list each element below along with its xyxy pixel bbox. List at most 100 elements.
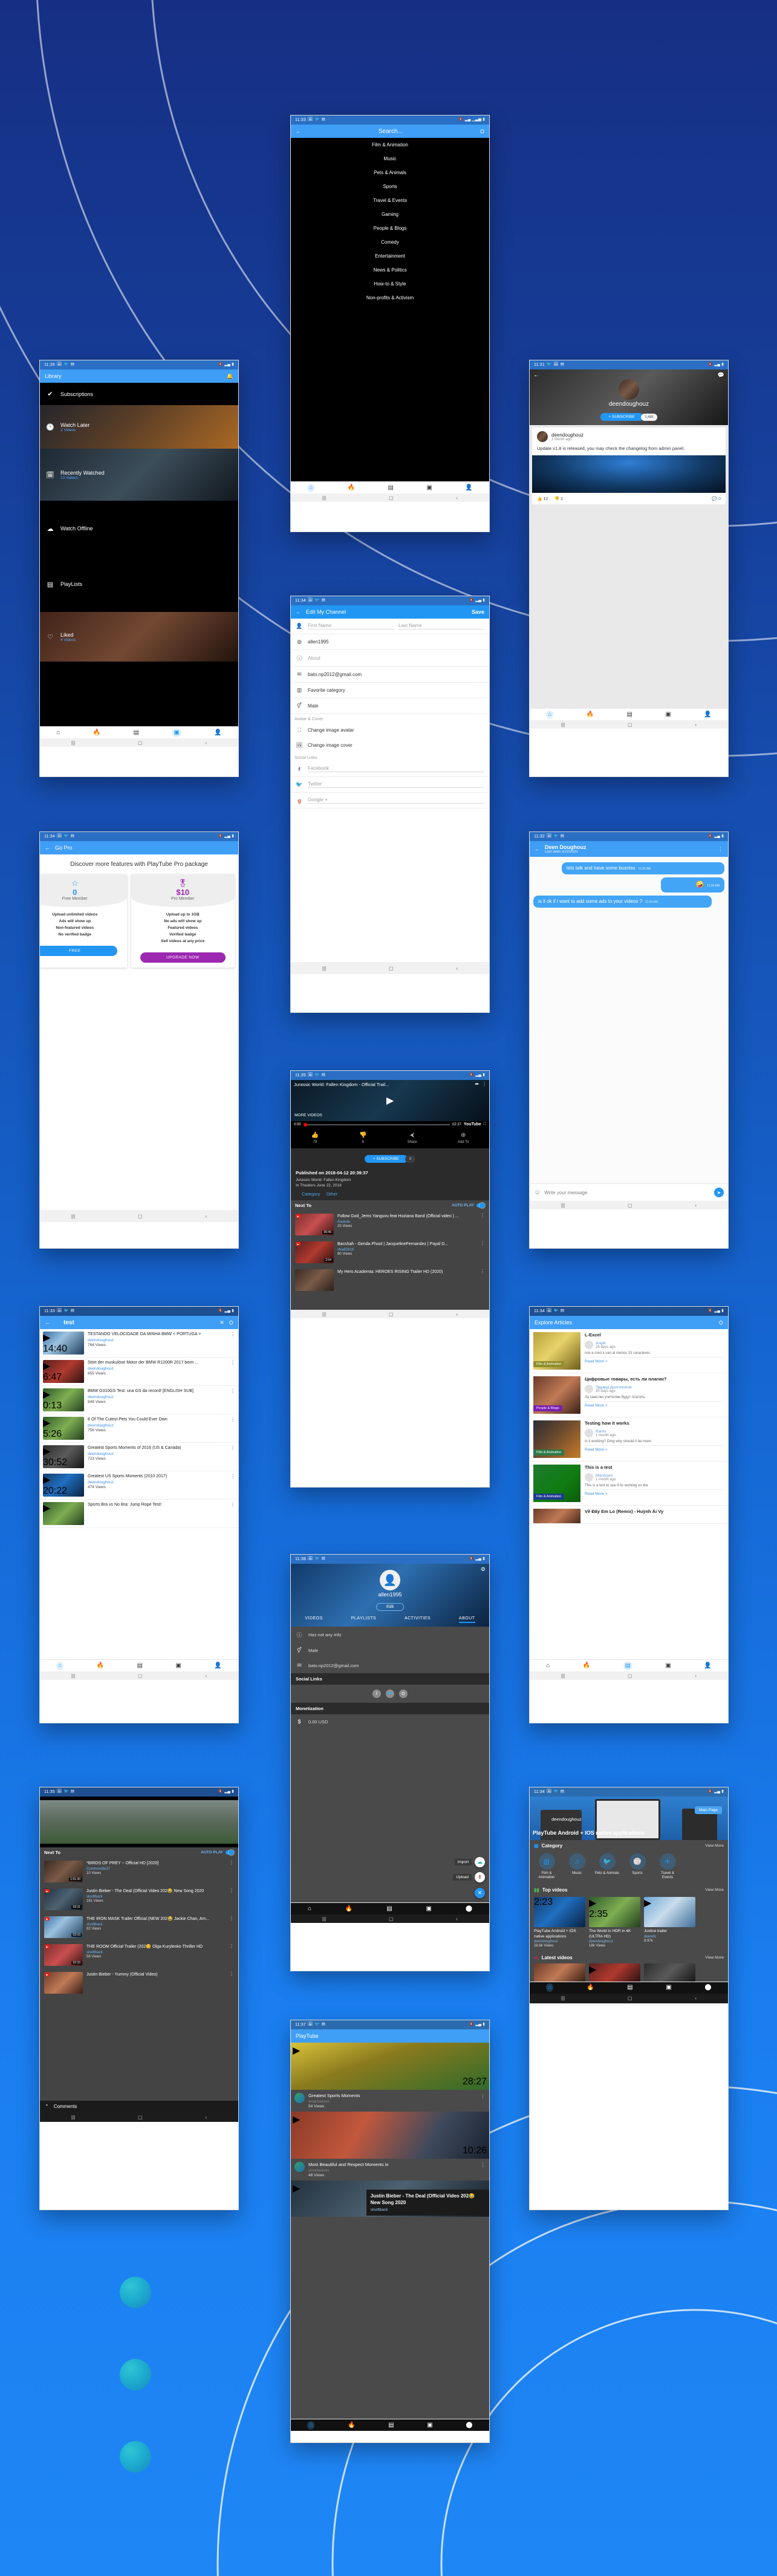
notification-bell-icon[interactable]: 🔔 (227, 373, 233, 380)
nav-trending-icon[interactable]: 🔥 (583, 1662, 590, 1669)
nav-home-icon[interactable]: ⌂ (307, 483, 315, 492)
back-icon[interactable]: ← (296, 128, 301, 134)
seek-bar[interactable] (303, 1122, 450, 1127)
video-list-item[interactable]: 1:51:30 *BIRDS OF PREY ~ Official HD [20… (40, 1858, 238, 1885)
sysnav-home-icon[interactable]: ▢ (628, 722, 632, 727)
tab-about[interactable]: ABOUT (458, 1616, 475, 1623)
nav-library-icon[interactable]: ▣ (427, 2422, 432, 2428)
video-list-item[interactable]: ▶ Justin Bieber - Yummy (Official Video)… (40, 1969, 238, 1997)
chat-icon[interactable]: 💬 (718, 372, 724, 379)
first-name-input[interactable]: First Name (308, 623, 394, 629)
fullscreen-icon[interactable]: ⛶ (484, 1122, 486, 1127)
category-item[interactable]: Travel & Events (291, 194, 489, 207)
sysnav-back-icon[interactable]: ‹ (205, 1214, 207, 1219)
dislike-icon[interactable]: 👎 1 (554, 496, 563, 501)
feed-item[interactable]: ▶ Justin Bieber - The Deal (Official Vid… (291, 2181, 489, 2217)
category-item[interactable]: People & Blogs (291, 221, 489, 235)
search-result-item[interactable]: ▶ 5:26 8 Of The Cutest Pets You Could Eve… (40, 1414, 238, 1443)
send-button[interactable]: ➤ (714, 1188, 724, 1197)
video-list-item[interactable]: My Hero Academia: HEROES RISING Trailer … (291, 1266, 489, 1295)
sysnav-home-icon[interactable]: ▢ (389, 1312, 394, 1317)
subscribe-button[interactable]: + SUBSCRIBE (600, 413, 643, 421)
chevron-up-icon[interactable]: ⌃ (45, 2104, 49, 2109)
change-cover-row[interactable]: 🖼 Change image cover (291, 738, 489, 753)
google-input[interactable]: Google + (308, 797, 484, 804)
overflow-menu-icon[interactable]: ⋮ (230, 1417, 235, 1440)
email-row[interactable]: ✉ bato.np2012@gmail.com (291, 667, 489, 683)
username-row[interactable]: ◍ allen1995 (291, 634, 489, 650)
nav-library-icon[interactable]: ▣ (172, 728, 181, 737)
filter-icon[interactable]: ⛭ (719, 1319, 723, 1326)
category-item[interactable]: Comedy (291, 235, 489, 249)
back-icon[interactable]: ← (535, 846, 540, 852)
nav-home-icon[interactable]: ⌂ (546, 1983, 554, 1992)
sysnav-back-icon[interactable]: ‹ (205, 2115, 207, 2120)
about-input[interactable]: About (308, 655, 320, 661)
twitter-row[interactable]: 🐦 Twitter (291, 777, 489, 793)
category-chip[interactable]: 🏐 Sports (625, 1853, 650, 1880)
import-fab-icon[interactable]: ☁ (475, 1857, 485, 1867)
overflow-menu-icon[interactable]: ⋮ (480, 1214, 485, 1235)
sysnav-back-icon[interactable]: ‹ (456, 1916, 458, 1922)
overflow-menu-icon[interactable]: ⋮ (718, 846, 723, 853)
hero-banner[interactable]: Main Page deendoughouz PlayTube Android … (530, 1797, 728, 1840)
sysnav-recents-icon[interactable]: ||| (561, 1673, 565, 1679)
back-icon[interactable]: ← (533, 372, 539, 379)
latest-video-thumb[interactable] (534, 1963, 585, 1982)
facebook-icon[interactable]: f (372, 1690, 381, 1698)
sysnav-recents-icon[interactable]: ||| (71, 740, 75, 746)
gear-icon[interactable]: ⚙ (481, 1566, 486, 1573)
nav-articles-icon[interactable]: ▤ (627, 711, 632, 718)
overflow-menu-icon[interactable]: ⋮ (482, 1081, 487, 1087)
read-more-link[interactable]: Read More > (585, 1403, 724, 1408)
nav-articles-icon[interactable]: ▤ (623, 1661, 632, 1670)
category-item[interactable]: How-to & Style (291, 277, 489, 291)
nav-library-icon[interactable]: ▣ (175, 1662, 181, 1669)
sysnav-recents-icon[interactable]: ||| (322, 966, 326, 971)
video-player[interactable]: Jurassic World: Fallen Kingdom - Officia… (291, 1080, 489, 1121)
sysnav-recents-icon[interactable]: ||| (561, 722, 565, 727)
nav-library-icon[interactable]: ▣ (666, 1985, 671, 1991)
nav-profile-icon[interactable]: ⬤ (704, 1985, 711, 1991)
sysnav-home-icon[interactable]: ▢ (389, 966, 394, 971)
overflow-menu-icon[interactable]: ⋮ (229, 1861, 234, 1882)
search-result-item[interactable]: ▶ 20:22 Greatest US Sports Moments (2010 … (40, 1471, 238, 1500)
sysnav-recents-icon[interactable]: ||| (322, 1312, 326, 1317)
nav-profile-icon[interactable]: ⬤ (466, 1905, 472, 1912)
plan-cta-free[interactable]: FREE (40, 945, 118, 956)
nav-profile-icon[interactable]: ⬤ (466, 2422, 472, 2428)
like-action[interactable]: 👍 79 (311, 1131, 319, 1145)
video-list-item[interactable]: ▶ 02:33 THE ROOM Official Trailer (202😊 O… (40, 1941, 238, 1969)
sysnav-home-icon[interactable]: ▢ (138, 2115, 143, 2120)
library-item[interactable]: ♡ Liked 4 Videos (40, 612, 238, 662)
overflow-menu-icon[interactable]: ⋮ (480, 1241, 485, 1263)
overflow-menu-icon[interactable]: ⋮ (229, 1972, 234, 1994)
play-button[interactable]: ▶ (386, 1094, 394, 1107)
sysnav-home-icon[interactable]: ▢ (628, 1203, 632, 1208)
sysnav-home-icon[interactable]: ▢ (138, 1214, 143, 1219)
library-item[interactable]: ☁ Watch Offline (40, 501, 238, 556)
overflow-menu-icon[interactable]: ⋮ (230, 1474, 235, 1497)
message-input[interactable]: Write your message (544, 1190, 710, 1195)
nav-home-icon[interactable]: ⌂ (546, 710, 554, 719)
tab-videos[interactable]: VIDEOS (305, 1616, 322, 1623)
sysnav-back-icon[interactable]: ‹ (695, 722, 697, 727)
category-item[interactable]: News & Politics (291, 263, 489, 277)
article-item[interactable]: Film & Animation This is a test Mandown 1… (530, 1462, 728, 1506)
sysnav-recents-icon[interactable]: ||| (71, 1673, 75, 1679)
nav-trending-icon[interactable]: 🔥 (348, 2422, 355, 2428)
nav-articles-icon[interactable]: ▤ (386, 1905, 392, 1912)
latest-video-thumb[interactable] (644, 1963, 695, 1982)
search-input[interactable]: Search... (379, 128, 403, 135)
read-more-link[interactable]: Read More > (585, 1448, 724, 1452)
library-item[interactable]: 🕐 Watch Later 2 Videos (40, 405, 238, 449)
search-result-item[interactable]: ▶ 6:47 Stört der muskulöse Motor der BMW … (40, 1358, 238, 1386)
last-name-input[interactable]: Last Name (398, 623, 484, 629)
nav-profile-icon[interactable]: 👤 (465, 484, 472, 491)
change-avatar-row[interactable]: ⛶ Change image avatar (291, 723, 489, 738)
autoplay-toggle[interactable] (476, 1203, 485, 1209)
category-item[interactable]: Non-profits & Activism (291, 291, 489, 305)
nav-library-icon[interactable]: ▣ (665, 1662, 671, 1669)
library-item[interactable]: ▤ PlayLists (40, 556, 238, 612)
sysnav-back-icon[interactable]: ‹ (695, 1203, 697, 1208)
